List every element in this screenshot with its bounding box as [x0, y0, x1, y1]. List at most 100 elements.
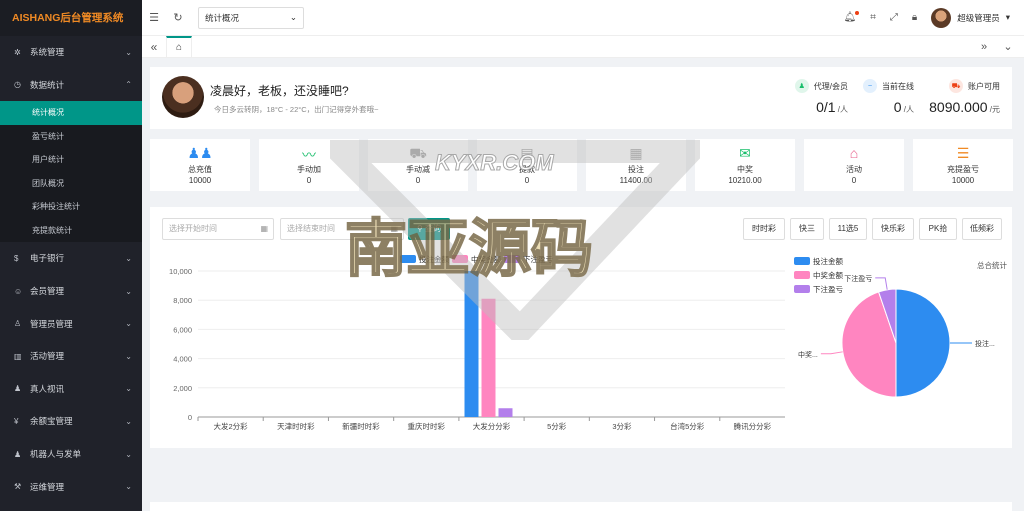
- submenu-item-0[interactable]: 统计概况: [0, 101, 142, 125]
- sidebar-item-label: 电子银行: [30, 253, 65, 264]
- pie-chart: 投注...中奖...下注盈亏投注金额中奖金额下注盈亏总合统计: [794, 256, 1007, 398]
- lottery-button-5[interactable]: 低频彩: [962, 218, 1002, 240]
- bell-icon[interactable]: 🔔︎: [844, 11, 860, 23]
- pie-slice-label: 中奖...: [798, 350, 818, 359]
- stat-icon: ♟: [794, 79, 809, 93]
- menu-toggle-icon[interactable]: ☰: [142, 11, 166, 24]
- y-tick-label: 2,000: [173, 384, 192, 393]
- sidebar-item-1[interactable]: ◷ 数据统计 ⌃: [0, 69, 142, 102]
- sidebar-item-2[interactable]: $ 电子银行 ⌄: [0, 242, 142, 275]
- y-tick-label: 10,000: [169, 267, 192, 276]
- chevron-down-icon: ⌄: [125, 253, 132, 263]
- summary-box-6[interactable]: ⌂ 活动 0: [804, 139, 904, 191]
- stat-label: 代理/会员: [813, 81, 848, 91]
- chevron-down-icon: ⌄: [125, 416, 132, 426]
- tabs-scroll-right-icon[interactable]: »: [972, 41, 996, 53]
- user-menu[interactable]: 超级管理员 ▾: [931, 7, 1010, 28]
- legend-label[interactable]: 投注金额: [419, 254, 449, 264]
- sidebar-item-label: 机器人与发单: [30, 449, 82, 460]
- summary-box-7[interactable]: ☰ 充提盈亏 10000: [913, 139, 1013, 191]
- tabs-dropdown-icon[interactable]: ⌄: [996, 40, 1020, 53]
- summary-icon: ⌂: [849, 145, 859, 161]
- lottery-button-3[interactable]: 快乐彩: [872, 218, 914, 240]
- end-date-input[interactable]: 选择结束时间 ▦: [280, 218, 404, 240]
- summary-icon: ✉: [739, 145, 751, 161]
- sidebar-item-icon: ☺: [14, 286, 23, 296]
- sidebar-item-label: 真人视讯: [30, 383, 65, 394]
- summary-box-5[interactable]: ✉ 中奖 10210.00: [695, 139, 795, 191]
- home-tab-icon[interactable]: ⌂: [166, 35, 192, 58]
- fullscreen-icon[interactable]: ⤢: [890, 12, 898, 23]
- sidebar-item-icon: ✲: [14, 47, 21, 57]
- avatar: [931, 7, 952, 28]
- refresh-icon[interactable]: ↻: [166, 11, 190, 24]
- query-button[interactable]: ⚲ 查询: [408, 218, 450, 240]
- weather-text: 今日多云转阴，18°C - 22°C，出门记得穿外套哦~: [214, 105, 379, 114]
- start-date-placeholder: 选择开始时间: [169, 224, 217, 233]
- tab-bar: « ⌂ » ⌄: [142, 35, 1024, 58]
- submenu-item-3[interactable]: 团队概况: [0, 171, 142, 196]
- sidebar-item-5[interactable]: ▥ 活动管理 ⌄: [0, 340, 142, 373]
- summary-label: 投注: [628, 165, 644, 174]
- pie-slice-label: 投注...: [975, 339, 995, 348]
- summary-value: 10000: [951, 176, 975, 185]
- sidebar-item-7[interactable]: ¥ 余额宝管理 ⌄: [0, 405, 142, 438]
- sidebar-item-label: 会员管理: [30, 286, 65, 297]
- pie-label-line: [875, 277, 888, 290]
- summary-box-1[interactable]: 〰手动加 0: [259, 139, 359, 191]
- sidebar-item-6[interactable]: ♟ 真人视讯 ⌄: [0, 373, 142, 406]
- sidebar-item-8[interactable]: ♟ 机器人与发单 ⌄: [0, 438, 142, 471]
- summary-box-0[interactable]: ♟♟ 总充值 10000: [150, 139, 250, 191]
- stat-value: 0/1: [816, 99, 836, 115]
- pie-legend-label[interactable]: 投注金额: [813, 256, 843, 266]
- pie-slice-投注金额[interactable]: [895, 288, 951, 398]
- stat-1: ~ 当前在线 0 /人: [860, 79, 914, 115]
- lock-icon[interactable]: 🔒︎: [912, 12, 917, 23]
- sidebar-item-icon: ¥: [14, 416, 19, 426]
- sidebar-item-0[interactable]: ✲ 系统管理 ⌄: [0, 36, 142, 69]
- submenu-item-5[interactable]: 充提款统计: [0, 218, 142, 243]
- lottery-button-2[interactable]: 11选5: [829, 218, 867, 240]
- pie-legend-label[interactable]: 中奖金额: [813, 270, 843, 280]
- stat-unit: 人: [906, 105, 914, 114]
- pie-legend-swatch: [794, 285, 810, 293]
- summary-value: 0: [851, 176, 857, 185]
- sidebar-item-icon: ⚒: [14, 482, 22, 492]
- sidebar-item-icon: ♟: [14, 449, 22, 459]
- stat-label: 账户可用: [968, 81, 1000, 91]
- avatar: [162, 76, 204, 118]
- summary-box-4[interactable]: ▦ 投注 11400.00: [586, 139, 686, 191]
- y-tick-label: 0: [188, 413, 192, 422]
- chevron-down-icon: ⌄: [125, 319, 132, 329]
- submenu-item-2[interactable]: 用户统计: [0, 148, 142, 172]
- tabs-scroll-left-icon[interactable]: «: [142, 40, 166, 54]
- summary-box-3[interactable]: ▤ 提款 0: [477, 139, 577, 191]
- bar-下注盈亏[interactable]: [498, 408, 513, 417]
- legend-label[interactable]: 下注盈亏: [523, 254, 553, 264]
- lottery-button-0[interactable]: 时时彩: [743, 218, 785, 240]
- summary-label: 手动减: [406, 165, 430, 174]
- start-date-input[interactable]: 选择开始时间 ▦: [162, 218, 274, 240]
- submenu-item-4[interactable]: 彩种投注统计: [0, 195, 142, 219]
- summary-box-2[interactable]: ⛟ 手动减 0: [368, 139, 468, 191]
- sidebar-item-3[interactable]: ☺ 会员管理 ⌄: [0, 275, 142, 308]
- bottom-card: [150, 502, 1012, 511]
- page-select[interactable]: 统计概况 ⌄: [198, 6, 304, 29]
- bar-中奖金额[interactable]: [481, 298, 496, 417]
- lottery-button-4[interactable]: PK拾: [919, 218, 957, 240]
- sidebar-item-9[interactable]: ⚒ 运维管理 ⌄: [0, 470, 142, 503]
- legend-label[interactable]: 中奖金额: [471, 254, 501, 264]
- sidebar-item-4[interactable]: ♙ 管理员管理 ⌄: [0, 307, 142, 340]
- bar-投注金额[interactable]: [464, 271, 479, 417]
- summary-label: 总充值: [188, 165, 212, 174]
- summary-icon: ☰: [956, 145, 970, 161]
- pie-legend-label[interactable]: 下注盈亏: [813, 284, 843, 294]
- x-tick-label: 3分彩: [612, 421, 632, 431]
- summary-value: 11400.00: [619, 176, 653, 185]
- stat-2: ⛟ 账户可用 8090.000 /元: [920, 79, 1000, 115]
- tag-icon[interactable]: ⌗: [870, 12, 876, 23]
- submenu-item-1[interactable]: 盈亏统计: [0, 124, 142, 149]
- caret-down-icon: ▾: [1005, 12, 1010, 22]
- chevron-down-icon: ⌄: [125, 482, 132, 492]
- lottery-button-1[interactable]: 快三: [790, 218, 824, 240]
